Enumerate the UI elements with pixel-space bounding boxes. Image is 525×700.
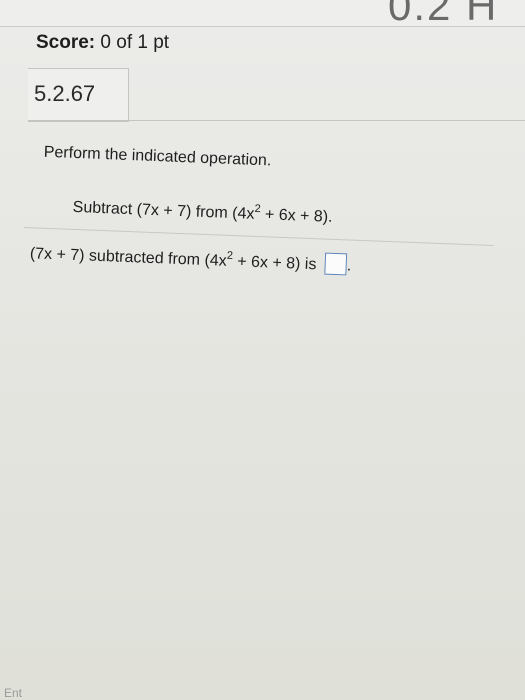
score-label: Score: [36, 32, 96, 53]
answer-period: . [346, 257, 352, 275]
section-title: 0.2 H [388, 0, 499, 29]
question-number: 5.2.67 [34, 81, 96, 106]
footer-partial-text: Ent [4, 686, 23, 700]
answer-prompt-prefix: (7x + 7) subtracted from (4x [29, 245, 228, 270]
problem-statement: Subtract (7x + 7) from (4x2 + 6x + 8). [72, 198, 333, 227]
answer-prompt: (7x + 7) subtracted from (4x2 + 6x + 8) … [29, 241, 352, 276]
problem-prefix: Subtract (7x + 7) from (4x [72, 198, 255, 223]
question-content: Perform the indicated operation. Subtrac… [0, 120, 525, 700]
header-divider [28, 120, 525, 121]
answer-input[interactable] [324, 252, 348, 276]
top-header-strip: 0.2 H [0, 0, 525, 29]
problem-suffix: + 6x + 8). [260, 206, 333, 226]
score-value: 0 of 1 pt [100, 32, 170, 53]
question-instruction: Perform the indicated operation. [43, 143, 272, 170]
score-display: Score: 0 of 1 pt [36, 32, 169, 54]
answer-prompt-suffix: + 6x + 8) is [232, 253, 317, 274]
question-number-box: 5.2.67 [28, 68, 129, 122]
